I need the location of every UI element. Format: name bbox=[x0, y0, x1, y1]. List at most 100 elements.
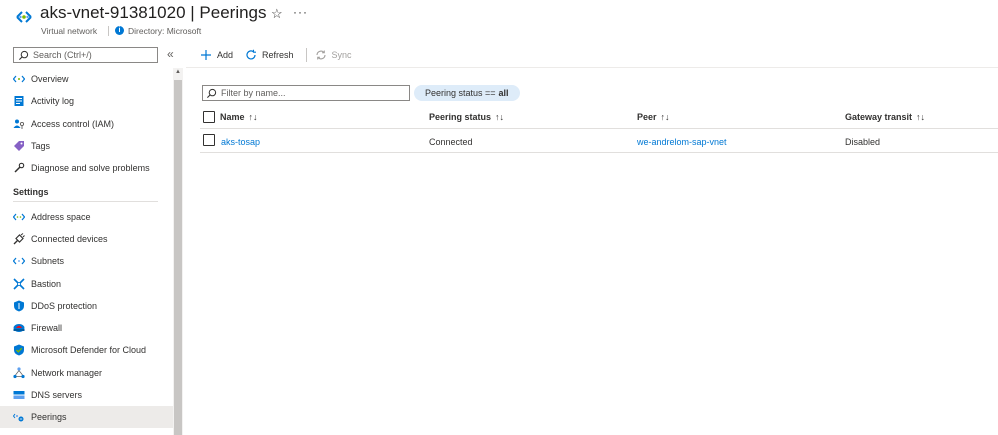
sidebar-scrollbar-thumb[interactable] bbox=[174, 80, 182, 435]
search-icon bbox=[206, 88, 217, 98]
table-row[interactable]: aks-tosap Connected we-andrelom-sap-vnet… bbox=[200, 131, 998, 153]
peering-name-link[interactable]: aks-tosap bbox=[221, 137, 260, 147]
activity-log-icon bbox=[13, 95, 25, 107]
filter-pill-label: Peering status == bbox=[425, 88, 496, 98]
network-manager-icon bbox=[13, 367, 25, 379]
toolbar-divider bbox=[305, 48, 307, 62]
page-header: aks-vnet-91381020 | Peerings ☆ ··· Virtu… bbox=[0, 0, 998, 40]
peerings-icon bbox=[13, 411, 25, 423]
refresh-button[interactable]: Refresh bbox=[245, 49, 294, 61]
plus-icon bbox=[200, 49, 212, 61]
sidebar-item-ddos-protection[interactable]: DDoS protection bbox=[0, 295, 173, 317]
collapse-sidebar-button[interactable]: « bbox=[167, 47, 174, 61]
add-button[interactable]: Add bbox=[200, 49, 233, 61]
dns-icon bbox=[13, 389, 25, 401]
sort-icon[interactable]: ↑↓ bbox=[495, 112, 504, 122]
sidebar-nav: Overview Activity log Access control (IA… bbox=[0, 68, 173, 429]
sidebar-item-label: Address space bbox=[31, 211, 91, 222]
refresh-icon bbox=[245, 49, 257, 61]
filter-by-name-input[interactable]: Filter by name... bbox=[202, 85, 410, 101]
sidebar-search-placeholder: Search (Ctrl+/) bbox=[33, 50, 92, 60]
table-header: Name ↑↓ Peering status ↑↓ Peer ↑↓ Gateway t… bbox=[200, 108, 998, 129]
peering-status-cell: Connected bbox=[429, 137, 473, 147]
sidebar-item-bastion[interactable]: Bastion bbox=[0, 272, 173, 294]
scroll-up-icon[interactable]: ▲ bbox=[175, 69, 181, 75]
defender-icon bbox=[13, 344, 25, 356]
sidebar-item-activity-log[interactable]: Activity log bbox=[0, 90, 173, 112]
sort-icon[interactable]: ↑↓ bbox=[916, 112, 925, 122]
sidebar-item-label: Bastion bbox=[31, 278, 62, 289]
iam-icon bbox=[13, 118, 25, 130]
sidebar-item-access-control[interactable]: Access control (IAM) bbox=[0, 113, 173, 135]
toolbar-divider-line bbox=[186, 67, 998, 68]
sidebar-item-overview[interactable]: Overview bbox=[0, 68, 173, 90]
sidebar-item-subnets[interactable]: Subnets bbox=[0, 250, 173, 272]
sync-button[interactable]: Sync bbox=[315, 49, 352, 61]
address-space-icon bbox=[13, 211, 25, 223]
plug-icon bbox=[13, 233, 25, 245]
settings-section-header: Settings bbox=[0, 179, 173, 205]
more-options-button[interactable]: ··· bbox=[293, 5, 308, 19]
sidebar-item-label: DDoS protection bbox=[31, 300, 98, 311]
gateway-transit-cell: Disabled bbox=[845, 137, 881, 147]
sidebar-item-connected-devices[interactable]: Connected devices bbox=[0, 228, 173, 250]
shield-icon bbox=[13, 300, 25, 312]
sidebar-item-label: Peerings bbox=[31, 412, 67, 423]
header-divider bbox=[108, 26, 109, 36]
column-header-peering-status[interactable]: Peering status ↑↓ bbox=[429, 112, 504, 122]
sync-icon bbox=[315, 49, 327, 61]
sidebar-item-label: Tags bbox=[31, 141, 51, 152]
sidebar-item-label: Access control (IAM) bbox=[31, 118, 115, 129]
sidebar-item-dns-servers[interactable]: DNS servers bbox=[0, 384, 173, 406]
sidebar-item-network-manager[interactable]: Network manager bbox=[0, 362, 173, 384]
sidebar-item-label: DNS servers bbox=[31, 390, 83, 400]
sort-icon[interactable]: ↑↓ bbox=[249, 112, 258, 122]
sidebar-item-peerings[interactable]: Peerings bbox=[0, 406, 173, 429]
column-header-label: Gateway transit bbox=[845, 112, 913, 122]
peer-link[interactable]: we-andrelom-sap-vnet bbox=[637, 137, 727, 147]
sidebar-item-label: Activity log bbox=[31, 96, 75, 107]
sidebar-item-address-space[interactable]: Address space bbox=[0, 205, 173, 227]
wrench-icon bbox=[13, 162, 25, 174]
sidebar-item-label: Diagnose and solve problems bbox=[31, 163, 150, 174]
sync-button-label: Sync bbox=[331, 50, 352, 60]
sidebar-item-label: Firewall bbox=[31, 323, 63, 334]
sidebar-item-tags[interactable]: Tags bbox=[0, 135, 173, 157]
sidebar-item-label: Overview bbox=[31, 74, 69, 85]
column-header-label: Name bbox=[220, 112, 245, 122]
peering-status-filter-pill[interactable]: Peering status == all bbox=[414, 85, 520, 101]
select-all-checkbox[interactable] bbox=[203, 111, 215, 123]
column-header-label: Peer bbox=[637, 112, 657, 122]
star-icon[interactable]: ☆ bbox=[271, 6, 283, 22]
row-checkbox[interactable] bbox=[203, 134, 215, 146]
sidebar-item-label: Subnets bbox=[31, 256, 65, 267]
bastion-icon bbox=[13, 277, 25, 290]
column-header-label: Peering status bbox=[429, 112, 492, 122]
tag-icon bbox=[13, 140, 25, 152]
filter-placeholder: Filter by name... bbox=[221, 88, 286, 98]
firewall-icon bbox=[13, 322, 25, 334]
resource-type-label: Virtual network bbox=[41, 26, 98, 36]
search-icon bbox=[18, 50, 29, 60]
sidebar-item-label: Microsoft Defender for Cloud bbox=[31, 345, 147, 356]
sidebar-search-input[interactable]: Search (Ctrl+/) bbox=[13, 47, 158, 63]
sort-icon[interactable]: ↑↓ bbox=[661, 112, 670, 122]
column-header-gateway-transit[interactable]: Gateway transit ↑↓ bbox=[845, 112, 925, 122]
command-bar: Add Refresh Sync bbox=[200, 46, 364, 64]
column-header-name[interactable]: Name ↑↓ bbox=[220, 112, 258, 122]
directory-label: Directory: Microsoft bbox=[128, 26, 202, 36]
sidebar-item-defender[interactable]: Microsoft Defender for Cloud bbox=[0, 339, 173, 361]
page-title: aks-vnet-91381020 | Peerings bbox=[40, 3, 267, 22]
sidebar-item-firewall[interactable]: Firewall bbox=[0, 317, 173, 339]
sidebar-item-diagnose[interactable]: Diagnose and solve problems bbox=[0, 157, 173, 179]
sidebar-item-label: Network manager bbox=[31, 367, 103, 378]
info-icon: i bbox=[115, 26, 124, 35]
add-button-label: Add bbox=[217, 50, 234, 60]
filter-pill-value: all bbox=[498, 88, 509, 98]
column-header-peer[interactable]: Peer ↑↓ bbox=[637, 112, 670, 122]
overview-icon bbox=[13, 73, 25, 85]
refresh-button-label: Refresh bbox=[262, 50, 294, 60]
sidebar-item-label: Connected devices bbox=[31, 233, 108, 244]
subnets-icon bbox=[13, 255, 25, 267]
virtual-network-icon bbox=[16, 11, 32, 23]
